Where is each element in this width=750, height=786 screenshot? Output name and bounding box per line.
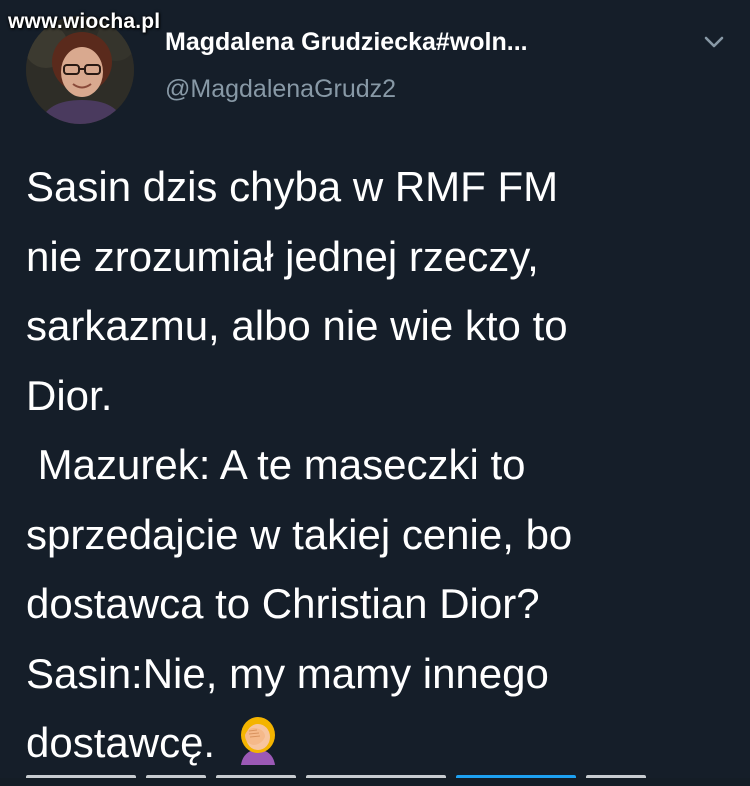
tweet-line: Mazurek: A te maseczki to [26,441,526,488]
facepalm-emoji-icon [235,715,281,765]
tweet-text: Sasin dzis chyba w RMF FM nie zrozumiał … [26,152,726,778]
next-line-cutoff [26,768,666,778]
author-display-name[interactable]: Magdalena Grudziecka#woln... [165,28,528,57]
tweet-line: dostawca to Christian Dior? [26,580,540,627]
tweet-line: nie zrozumiał jednej rzeczy, [26,232,539,280]
tweet-line: Dior. [26,371,113,419]
tweet-line: Sasin:Nie, my mamy innego [26,649,549,697]
author-handle[interactable]: @MagdalenaGrudz2 [165,75,396,104]
chevron-down-icon[interactable] [700,30,728,54]
tweet-line: Sasin dzis chyba w RMF FM [26,163,559,210]
tweet-card: www.wiocha.pl Magdalena Grudziecka#woln.… [0,0,750,778]
tweet-line: sarkazmu, albo nie wie kto to [26,302,568,349]
site-watermark: www.wiocha.pl [8,10,161,33]
tweet-line: sprzedajcie w takiej cenie, bo [26,510,573,558]
tweet-line: dostawcę. [26,719,216,766]
